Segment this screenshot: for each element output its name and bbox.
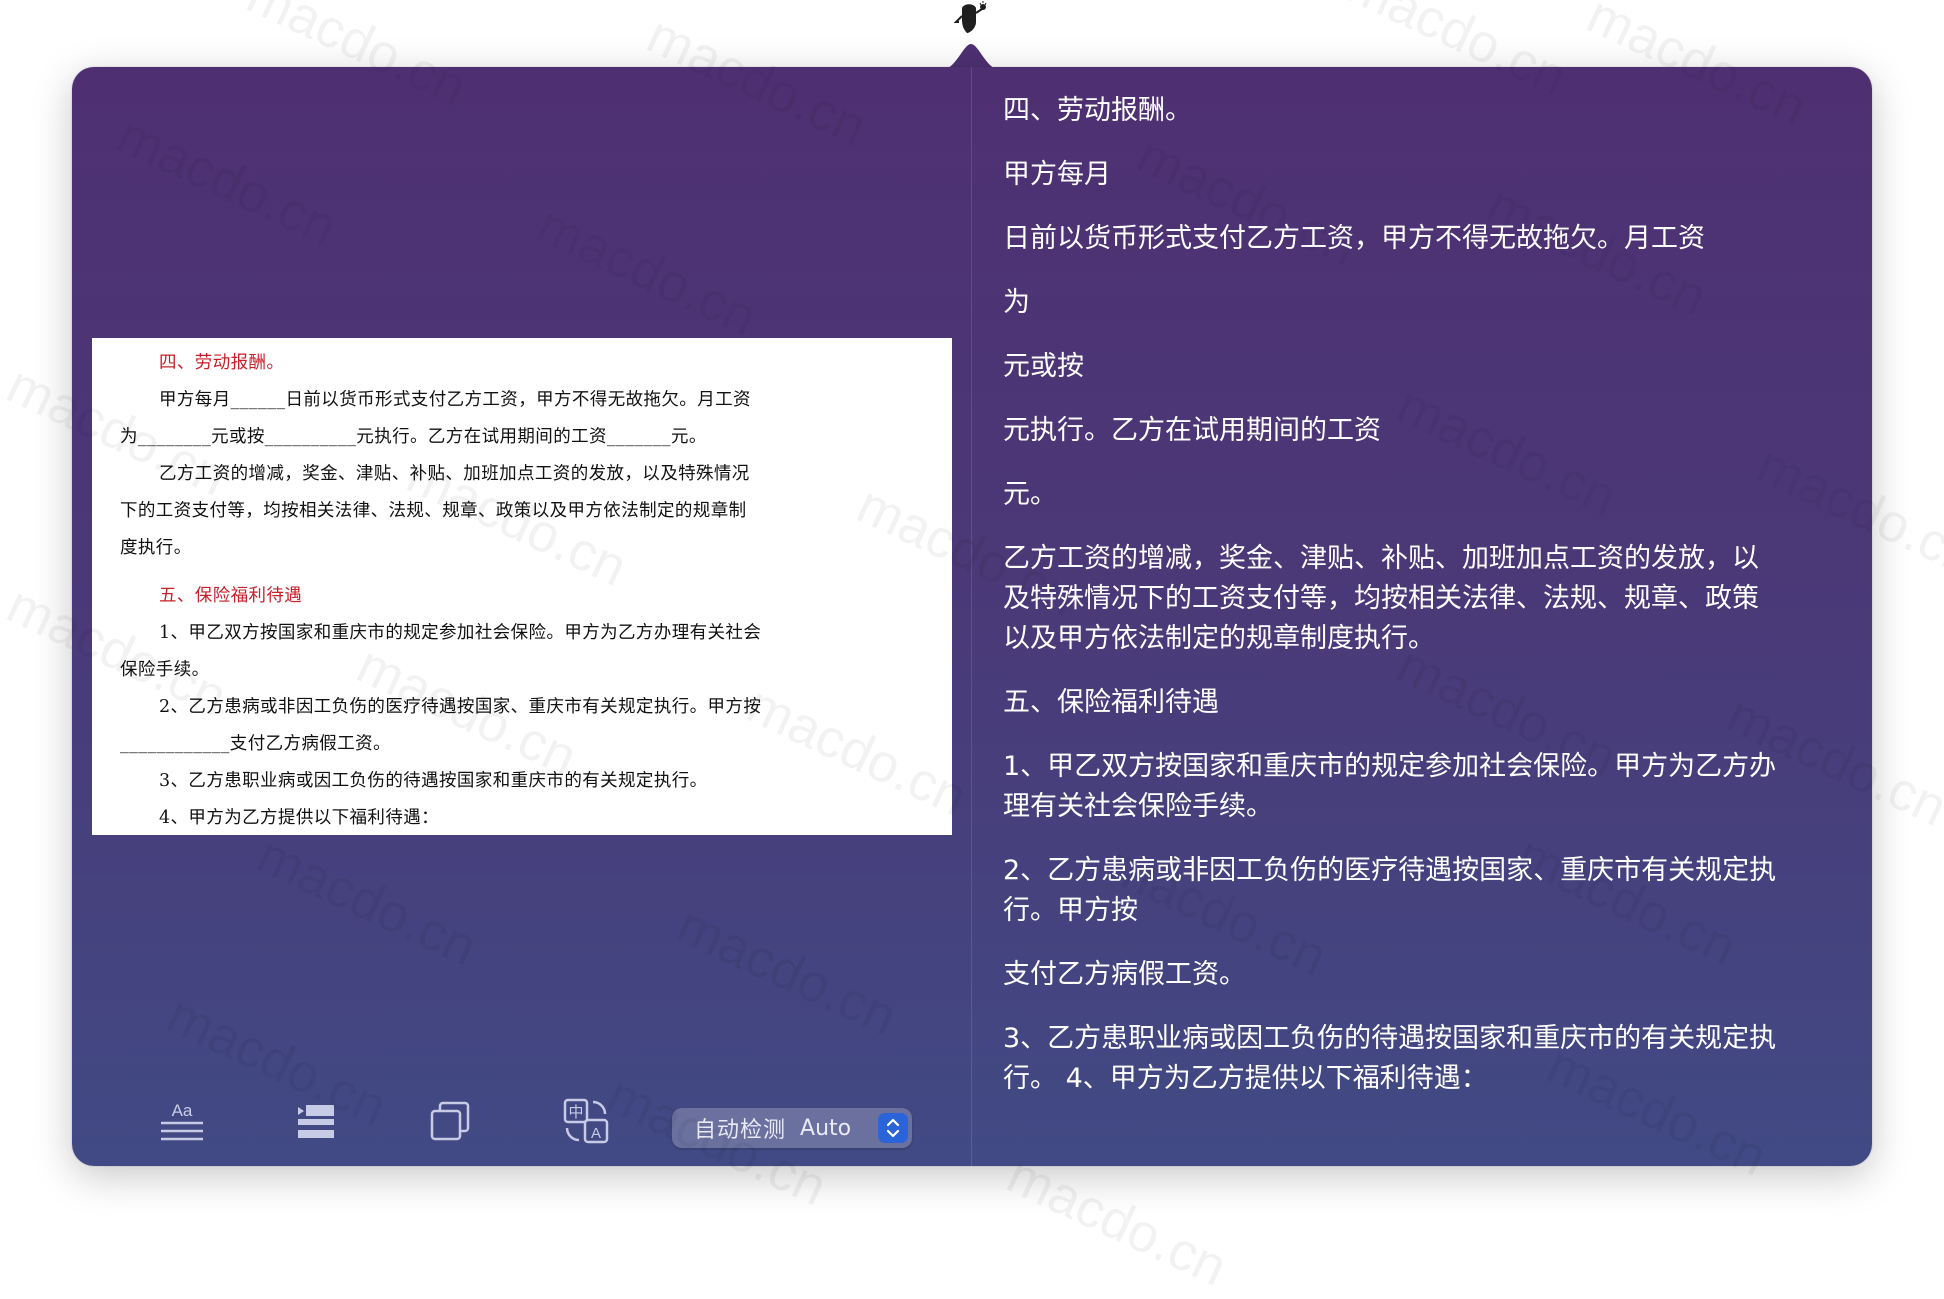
result-line: 3、乙方患职业病或因工负伤的待遇按国家和重庆市的有关规定执 xyxy=(1003,1023,1777,1054)
result-paragraph: 为 xyxy=(1003,283,1843,323)
text-format-button[interactable]: Aa xyxy=(156,1095,208,1147)
doc-line: 下的工资支付等，均按相关法律、法规、规章、政策以及甲方依法制定的规章制 xyxy=(120,501,747,521)
result-line: 元或按 xyxy=(1003,351,1084,382)
text-format-icon: Aa xyxy=(161,1101,203,1141)
list-button[interactable] xyxy=(290,1095,342,1147)
result-line: 行。 4、甲方为乙方提供以下福利待遇： xyxy=(1003,1063,1488,1094)
source-screenshot-image: 四、劳动报酬。甲方每月______日前以货币形式支付乙方工资，甲方不得无故拖欠。… xyxy=(92,338,952,835)
result-paragraph: 乙方工资的增减，奖金、津贴、补贴、加班加点工资的发放，以 及特殊情况下的工资支付等… xyxy=(1003,539,1843,659)
translate-en-glyph: A xyxy=(591,1125,601,1142)
result-line: 元执行。乙方在试用期间的工资 xyxy=(1003,415,1381,446)
copy-icon xyxy=(430,1101,470,1141)
result-line: 1、甲乙双方按国家和重庆市的规定参加社会保险。甲方为乙方办 xyxy=(1003,751,1777,782)
result-paragraph: 四、劳动报酬。 xyxy=(1003,91,1843,131)
doc-line: 乙方工资的增减，奖金、津贴、补贴、加班加点工资的发放，以及特殊情况 xyxy=(159,464,750,484)
result-paragraph: 元。 xyxy=(1003,475,1843,515)
bob-translator-mascot-icon[interactable] xyxy=(952,0,992,36)
doc-line: 甲方每月______日前以货币形式支付乙方工资，甲方不得无故拖欠。月工资 xyxy=(159,390,751,410)
result-paragraph: 2、乙方患病或非因工负伤的医疗待遇按国家、重庆市有关规定执 行。甲方按 xyxy=(1003,851,1843,931)
result-line: 为 xyxy=(1003,287,1030,318)
doc-heading: 五、保险福利待遇 xyxy=(159,586,303,606)
result-line: 理有关社会保险手续。 xyxy=(1003,791,1273,822)
doc-heading: 四、劳动报酬。 xyxy=(159,353,285,373)
translate-icon: 中 A xyxy=(563,1098,609,1144)
doc-line: 2、乙方患病或非因工负伤的医疗待遇按国家、重庆市有关规定执行。甲方按 xyxy=(159,697,762,717)
doc-line: 4、甲方为乙方提供以下福利待遇： xyxy=(159,808,440,828)
doc-line: 3、乙方患职业病或因工负伤的待遇按国家和重庆市的有关规定执行。 xyxy=(159,771,708,791)
result-paragraph: 甲方每月 xyxy=(1003,155,1843,195)
result-paragraph: 元执行。乙方在试用期间的工资 xyxy=(1003,411,1843,451)
translate-zh-glyph: 中 xyxy=(568,1103,583,1121)
result-line: 及特殊情况下的工资支付等，均按相关法律、法规、规章、政策 xyxy=(1003,583,1759,614)
result-paragraph: 日前以货币形式支付乙方工资，甲方不得无故拖欠。月工资 xyxy=(1003,219,1843,259)
text-format-label: Aa xyxy=(172,1101,193,1120)
doc-line: 1、甲乙双方按国家和重庆市的规定参加社会保险。甲方为乙方办理有关社会 xyxy=(159,623,762,643)
language-value: Auto xyxy=(800,1115,852,1141)
result-line: 四、劳动报酬。 xyxy=(1003,95,1192,126)
translate-button[interactable]: 中 A xyxy=(560,1095,612,1147)
doc-line: 度执行。 xyxy=(120,538,192,558)
doc-line: ____________支付乙方病假工资。 xyxy=(120,734,391,754)
source-language-popup[interactable]: 自动检测 Auto xyxy=(672,1108,912,1148)
result-line: 甲方每月 xyxy=(1003,159,1111,190)
watermark-text: macdo.cn xyxy=(998,1144,1236,1298)
result-line: 元。 xyxy=(1003,479,1057,510)
result-paragraph: 五、保险福利待遇 xyxy=(1003,683,1843,723)
copy-button[interactable] xyxy=(424,1095,476,1147)
result-line: 日前以货币形式支付乙方工资，甲方不得无故拖欠。月工资 xyxy=(1003,223,1705,254)
translation-popover: 四、劳动报酬。甲方每月______日前以货币形式支付乙方工资，甲方不得无故拖欠。… xyxy=(72,67,1872,1166)
result-paragraph: 元或按 xyxy=(1003,347,1843,387)
result-line: 乙方工资的增减，奖金、津贴、补贴、加班加点工资的发放，以 xyxy=(1003,543,1759,574)
doc-line: 为________元或按__________元执行。乙方在试用期间的工资____… xyxy=(120,427,707,447)
result-line: 以及甲方依法制定的规章制度执行。 xyxy=(1003,623,1435,654)
result-line: 行。甲方按 xyxy=(1003,895,1138,926)
result-paragraph: 支付乙方病假工资。 xyxy=(1003,955,1843,995)
result-paragraph: 3、乙方患职业病或因工负伤的待遇按国家和重庆市的有关规定执 行。 4、甲方为乙方提… xyxy=(1003,1019,1843,1099)
popover-arrow xyxy=(941,44,1001,70)
language-label: 自动检测 xyxy=(694,1118,787,1143)
result-line: 2、乙方患病或非因工负伤的医疗待遇按国家、重庆市有关规定执 xyxy=(1003,855,1777,886)
result-line: 五、保险福利待遇 xyxy=(1003,687,1219,718)
doc-line: 保险手续。 xyxy=(120,660,210,680)
result-line: 支付乙方病假工资。 xyxy=(1003,959,1246,990)
list-icon xyxy=(298,1105,334,1138)
pane-divider[interactable] xyxy=(971,67,972,1166)
chevron-up-down-icon[interactable] xyxy=(878,1113,908,1143)
result-paragraph: 1、甲乙双方按国家和重庆市的规定参加社会保险。甲方为乙方办 理有关社会保险手续。 xyxy=(1003,747,1843,827)
